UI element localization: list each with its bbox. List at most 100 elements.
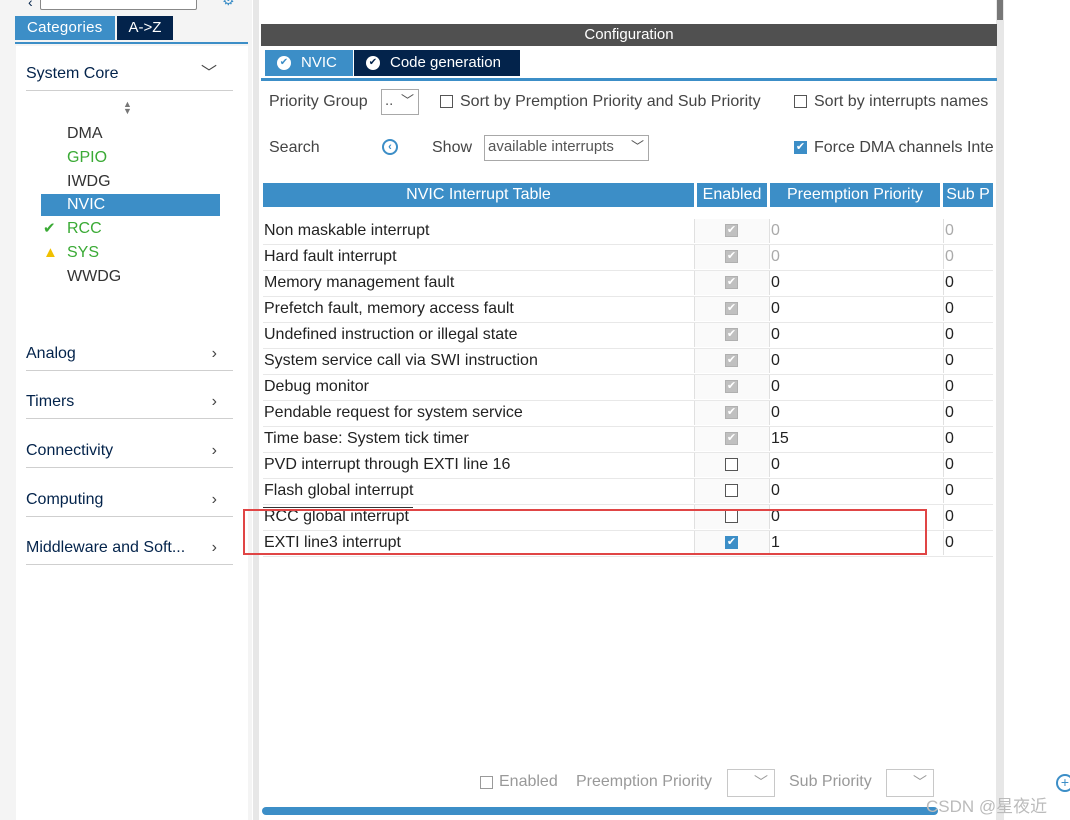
enabled-cell: ✔: [694, 349, 770, 373]
enabled-cell: [694, 479, 770, 503]
preemption-cell[interactable]: 0: [771, 479, 937, 503]
sub-priority-cell[interactable]: 0: [943, 427, 995, 451]
left-tab-strip: Categories A->Z: [15, 16, 174, 40]
category-middleware[interactable]: Middleware and Soft... ›: [26, 532, 233, 565]
enabled-cell: ✔: [694, 297, 770, 321]
priority-group-label: Priority Group: [269, 93, 368, 110]
preemption-cell: 0: [771, 248, 780, 265]
preemption-cell[interactable]: 0: [771, 401, 937, 425]
preemption-cell[interactable]: 0: [771, 453, 937, 477]
sidebar-item-sys[interactable]: ▲ SYS: [41, 242, 220, 264]
preemption-cell[interactable]: 0: [771, 297, 937, 321]
gear-icon[interactable]: ⚙: [222, 0, 235, 9]
tab-a-to-z[interactable]: A->Z: [116, 16, 174, 40]
item-label: IWDG: [67, 173, 111, 190]
table-row[interactable]: Time base: System tick timer ✔ 15 0: [263, 427, 993, 453]
bottom-preemption-select[interactable]: ﹀: [727, 769, 775, 797]
enabled-checkbox[interactable]: [725, 458, 738, 471]
category-analog[interactable]: Analog ›: [26, 338, 233, 371]
enabled-cell: ✔: [694, 375, 770, 399]
sidebar-item-gpio[interactable]: GPIO: [41, 147, 220, 169]
table-row[interactable]: Non maskable interrupt ✔ 0 0: [263, 219, 993, 245]
sidebar-item-wwdg[interactable]: WWDG: [41, 266, 220, 288]
watermark: CSDN @星夜近: [926, 797, 1048, 816]
force-dma-label: Force DMA channels Inte: [814, 139, 994, 156]
enabled-cell: ✔: [694, 271, 770, 295]
sub-priority-cell[interactable]: 0: [943, 323, 995, 347]
category-system-core[interactable]: System Core ﹀: [26, 58, 233, 91]
sort-names-checkbox[interactable]: [794, 95, 807, 108]
sub-priority-cell[interactable]: 0: [943, 375, 995, 399]
collapse-chevron-icon[interactable]: ‹: [28, 0, 33, 10]
col-header-preemption[interactable]: Preemption Priority: [770, 183, 940, 207]
category-label: Middleware and Soft...: [26, 539, 186, 556]
tab-categories[interactable]: Categories: [15, 16, 115, 40]
preemption-cell[interactable]: 0: [771, 271, 937, 295]
sub-priority-cell[interactable]: 0: [943, 271, 995, 295]
table-row[interactable]: Undefined instruction or illegal state ✔…: [263, 323, 993, 349]
col-header-interrupt[interactable]: NVIC Interrupt Table: [263, 183, 694, 207]
plus-icon[interactable]: +: [1056, 774, 1070, 792]
chevron-down-icon: ﹀: [400, 93, 414, 108]
table-row[interactable]: PVD interrupt through EXTI line 16 0 0: [263, 453, 993, 479]
chevron-right-icon: ›: [211, 491, 217, 508]
tab-nvic[interactable]: ✔ NVIC: [265, 50, 353, 76]
item-label: SYS: [67, 244, 100, 261]
col-header-sub-priority[interactable]: Sub P: [943, 183, 993, 207]
category-timers[interactable]: Timers ›: [26, 386, 233, 419]
vertical-scrollbar[interactable]: [996, 0, 1004, 820]
interrupt-name: Pendable request for system service: [264, 404, 523, 421]
chevron-right-icon: ›: [211, 393, 217, 410]
sidebar-item-nvic[interactable]: NVIC: [41, 194, 220, 216]
category-connectivity[interactable]: Connectivity ›: [26, 435, 233, 468]
peripheral-search-input[interactable]: [40, 0, 197, 10]
sort-arrows-icon[interactable]: ▲ ▼: [123, 100, 132, 116]
table-row[interactable]: Pendable request for system service ✔ 0 …: [263, 401, 993, 427]
interrupt-name: Undefined instruction or illegal state: [264, 326, 518, 343]
sub-priority-cell[interactable]: 0: [943, 297, 995, 321]
chevron-down-icon: ﹀: [200, 65, 217, 82]
table-row[interactable]: System service call via SWI instruction …: [263, 349, 993, 375]
preemption-cell[interactable]: 0: [771, 349, 937, 373]
table-row[interactable]: Hard fault interrupt ✔ 0 0: [263, 245, 993, 271]
preemption-cell[interactable]: 15: [771, 427, 937, 451]
sub-priority-cell[interactable]: 0: [943, 479, 995, 503]
enabled-checkbox: ✔: [725, 328, 738, 341]
sidebar-item-rcc[interactable]: ✔ RCC: [41, 218, 220, 240]
sub-priority-cell[interactable]: 0: [943, 453, 995, 477]
horizontal-scrollbar[interactable]: [262, 807, 938, 815]
sidebar-item-dma[interactable]: DMA: [41, 123, 220, 145]
item-label: NVIC: [67, 196, 106, 213]
nvic-table-header: NVIC Interrupt Table Enabled Preemption …: [263, 183, 997, 207]
sidebar-item-iwdg[interactable]: IWDG: [41, 171, 220, 193]
enabled-checkbox[interactable]: [725, 484, 738, 497]
col-header-enabled[interactable]: Enabled: [697, 183, 767, 207]
category-computing[interactable]: Computing ›: [26, 484, 233, 517]
sub-priority-cell[interactable]: 0: [943, 349, 995, 373]
sub-priority-cell[interactable]: 0: [943, 505, 995, 529]
scrollbar-thumb[interactable]: [997, 0, 1003, 20]
force-dma-checkbox[interactable]: ✔: [794, 141, 807, 154]
preemption-cell[interactable]: 0: [771, 323, 937, 347]
tab-code-generation[interactable]: ✔ Code generation: [354, 50, 520, 76]
search-back-icon[interactable]: ‹: [382, 139, 398, 155]
bottom-sub-priority-label: Sub Priority: [789, 773, 872, 790]
item-label: GPIO: [67, 149, 108, 166]
interrupt-name: Flash global interrupt: [264, 482, 414, 499]
preemption-cell[interactable]: 0: [771, 375, 937, 399]
tab-underline: [15, 42, 248, 44]
sub-priority-cell[interactable]: 0: [943, 401, 995, 425]
tab-label: NVIC: [301, 54, 337, 71]
enabled-checkbox: ✔: [725, 354, 738, 367]
enabled-checkbox: ✔: [725, 250, 738, 263]
sort-premption-checkbox[interactable]: [440, 95, 453, 108]
priority-group-select[interactable]: .. ﹀: [381, 89, 419, 115]
table-row[interactable]: Debug monitor ✔ 0 0: [263, 375, 993, 401]
show-select[interactable]: available interrupts ﹀: [484, 135, 649, 161]
bottom-enabled-checkbox[interactable]: [480, 776, 493, 789]
table-row[interactable]: Flash global interrupt 0 0: [263, 479, 993, 505]
table-row[interactable]: Prefetch fault, memory access fault ✔ 0 …: [263, 297, 993, 323]
sub-priority-cell[interactable]: 0: [943, 531, 995, 555]
table-row[interactable]: Memory management fault ✔ 0 0: [263, 271, 993, 297]
sort-names-label: Sort by interrupts names: [814, 93, 989, 110]
